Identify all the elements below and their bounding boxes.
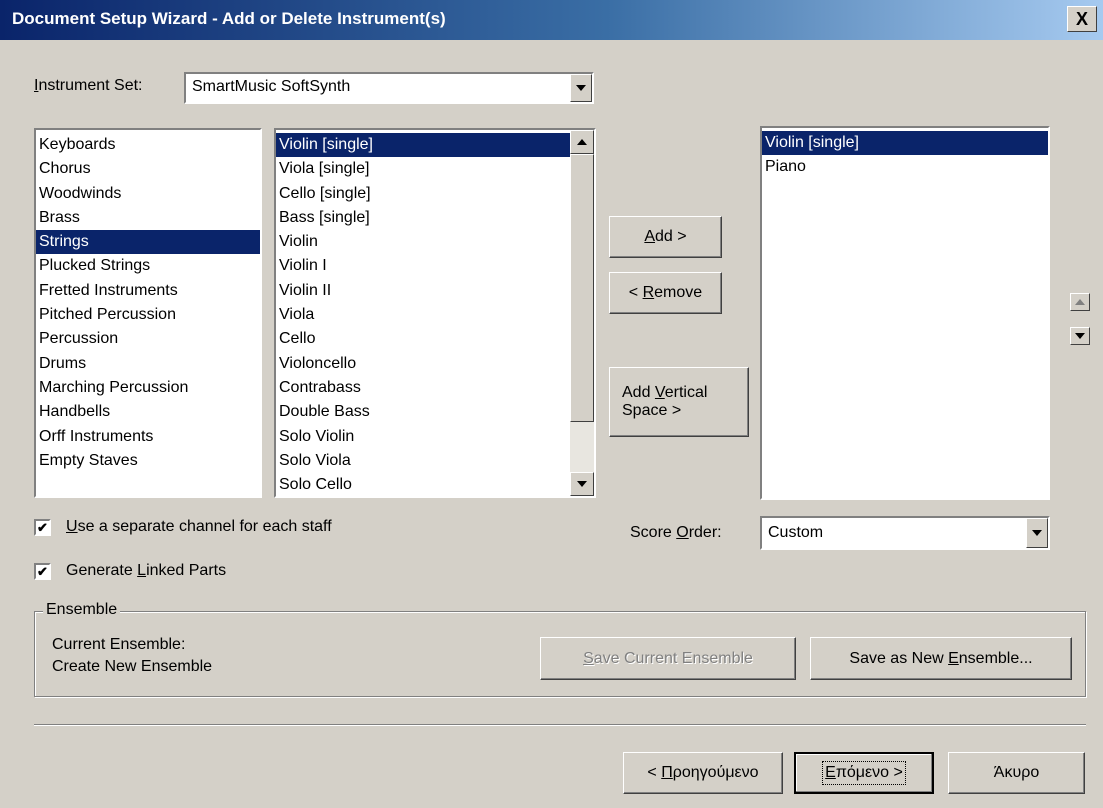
- save-current-ensemble-button[interactable]: Save Current Ensemble: [540, 637, 796, 680]
- score-instrument-list[interactable]: Violin [single] Piano: [760, 126, 1050, 500]
- separate-channel-label[interactable]: Use a separate channel for each staff: [66, 518, 332, 536]
- scroll-down-arrow-icon[interactable]: [570, 472, 594, 496]
- instrument-set-value: SmartMusic SoftSynth: [192, 78, 351, 95]
- category-list-item[interactable]: Orff Instruments: [36, 425, 260, 449]
- instrument-list[interactable]: Violin [single] Viola [single] Cello [sing…: [274, 128, 596, 498]
- add-vertical-space-button[interactable]: Add Vertical Space >: [609, 367, 749, 437]
- category-list[interactable]: Keyboards Chorus Woodwinds Brass Strings Pluc…: [34, 128, 262, 498]
- category-list-item[interactable]: Percussion: [36, 327, 260, 351]
- category-list-item[interactable]: Marching Percussion: [36, 376, 260, 400]
- instrument-list-item[interactable]: Solo Bass: [276, 497, 570, 498]
- close-button[interactable]: X: [1067, 6, 1097, 32]
- category-list-item[interactable]: Woodwinds: [36, 182, 260, 206]
- instrument-list-item[interactable]: Violoncello: [276, 352, 570, 376]
- cancel-button[interactable]: Άκυρο: [948, 752, 1085, 794]
- chevron-down-icon[interactable]: [1026, 518, 1048, 548]
- ensemble-legend: Ensemble: [43, 601, 121, 619]
- category-list-item[interactable]: Fretted Instruments: [36, 279, 260, 303]
- instrument-list-item[interactable]: Contrabass: [276, 376, 570, 400]
- title-bar: Document Setup Wizard - Add or Delete In…: [0, 0, 1103, 40]
- instrument-list-item[interactable]: Violin I: [276, 254, 570, 278]
- instrument-set-dropdown[interactable]: SmartMusic SoftSynth: [184, 72, 594, 104]
- instrument-list-item[interactable]: Violin II: [276, 279, 570, 303]
- score-order-label: Score Order:: [630, 524, 722, 541]
- category-list-item[interactable]: Brass: [36, 206, 260, 230]
- instrument-list-item[interactable]: Cello: [276, 327, 570, 351]
- instrument-list-item[interactable]: Violin [single]: [276, 133, 570, 158]
- category-list-item[interactable]: Plucked Strings: [36, 254, 260, 278]
- separate-channel-checkbox[interactable]: ✔: [34, 519, 51, 536]
- category-list-item[interactable]: Empty Staves: [36, 449, 260, 473]
- back-button[interactable]: < Προηγούμενο: [623, 752, 783, 794]
- category-list-item[interactable]: Handbells: [36, 400, 260, 424]
- instrument-list-item[interactable]: Solo Cello: [276, 473, 570, 496]
- instrument-list-item[interactable]: Bass [single]: [276, 206, 570, 230]
- score-list-item[interactable]: Piano: [762, 155, 1048, 179]
- footer-separator: [34, 724, 1086, 726]
- scroll-thumb[interactable]: [570, 154, 594, 422]
- scroll-up-arrow-icon[interactable]: [570, 130, 594, 154]
- instrument-list-item[interactable]: Solo Violin: [276, 425, 570, 449]
- linked-parts-checkbox[interactable]: ✔: [34, 563, 51, 580]
- category-list-item[interactable]: Chorus: [36, 157, 260, 181]
- instrument-list-item[interactable]: Cello [single]: [276, 182, 570, 206]
- window-title: Document Setup Wizard - Add or Delete In…: [12, 9, 446, 28]
- instrument-set-label: Instrument Set:: [34, 77, 143, 94]
- category-list-item[interactable]: Strings: [36, 230, 260, 255]
- instrument-list-item[interactable]: Violin: [276, 230, 570, 254]
- move-up-arrow-icon[interactable]: [1070, 293, 1090, 311]
- current-ensemble-value: Create New Ensemble: [52, 658, 213, 675]
- instrument-list-item[interactable]: Viola: [276, 303, 570, 327]
- instrument-list-item[interactable]: Viola [single]: [276, 157, 570, 181]
- score-order-value: Custom: [768, 524, 824, 541]
- remove-button[interactable]: < Remove: [609, 272, 722, 314]
- save-new-ensemble-button[interactable]: Save as New Ensemble...: [810, 637, 1072, 680]
- linked-parts-label[interactable]: Generate Linked Parts: [66, 562, 226, 580]
- instrument-list-scrollbar[interactable]: [570, 130, 594, 496]
- score-list-item[interactable]: Violin [single]: [762, 131, 1048, 156]
- instrument-list-item[interactable]: Double Bass: [276, 400, 570, 424]
- category-list-item[interactable]: Keyboards: [36, 133, 260, 157]
- add-button[interactable]: Add >: [609, 216, 722, 258]
- category-list-item[interactable]: Drums: [36, 352, 260, 376]
- score-order-dropdown[interactable]: Custom: [760, 516, 1050, 550]
- move-down-arrow-icon[interactable]: [1070, 327, 1090, 345]
- category-list-item[interactable]: Pitched Percussion: [36, 303, 260, 327]
- instrument-list-item[interactable]: Solo Viola: [276, 449, 570, 473]
- next-button[interactable]: Επόμενο >: [794, 752, 934, 794]
- chevron-down-icon[interactable]: [570, 74, 592, 102]
- current-ensemble-label: Current Ensemble:: [52, 636, 186, 653]
